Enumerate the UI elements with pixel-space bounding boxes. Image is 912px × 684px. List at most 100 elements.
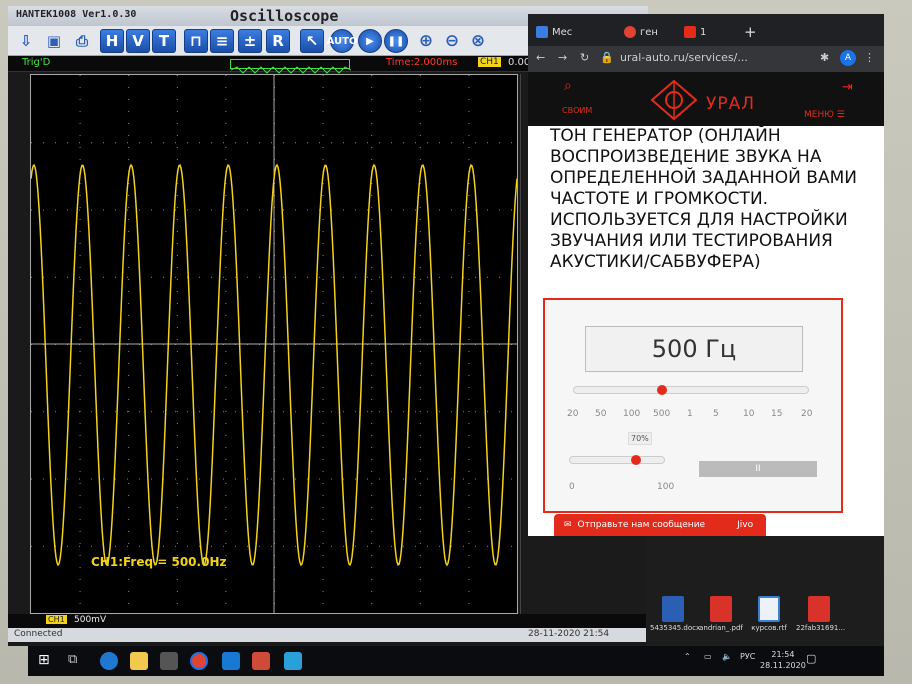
grid-dot	[225, 411, 227, 412]
frequency-slider-handle[interactable]	[657, 385, 667, 395]
desktop-file[interactable]: курсов.rtf	[746, 596, 792, 632]
play-icon[interactable]: ▶	[358, 29, 382, 53]
grid-dot	[127, 478, 128, 480]
vertical-button[interactable]: V	[126, 29, 150, 53]
grid-dot	[371, 147, 373, 148]
grid-dot	[176, 111, 178, 112]
clock-time: 21:54	[771, 650, 795, 659]
tab-3[interactable]: 1	[684, 20, 706, 44]
pause-button[interactable]: II	[699, 461, 817, 477]
open-icon[interactable]: ⇩	[14, 29, 38, 53]
brand-logo-icon[interactable]	[646, 78, 702, 122]
send-message-button[interactable]: ✉ Отправьте нам сообщение Jivo	[554, 514, 766, 536]
tab-2[interactable]: ген	[624, 20, 658, 44]
grid-dot	[415, 142, 416, 144]
grid-dot	[259, 209, 260, 211]
grid-dot	[176, 147, 178, 148]
grid-dot	[322, 279, 324, 280]
notifications-icon[interactable]: ▢	[806, 652, 816, 665]
fit-icon[interactable]: ⊗	[466, 29, 490, 53]
reference-button[interactable]: R	[266, 29, 290, 53]
grid-dot	[176, 87, 178, 88]
cursor-icon[interactable]: ↖	[300, 29, 324, 53]
grid-dot	[307, 209, 308, 211]
url-field[interactable]: ural-auto.ru/services/...	[620, 51, 748, 64]
edge-icon[interactable]	[100, 652, 118, 670]
horizontal-button[interactable]: H	[100, 29, 124, 53]
browser-menu-icon[interactable]: ⋮	[864, 51, 875, 64]
volume-icon[interactable]: 🔈	[722, 652, 732, 661]
print-icon[interactable]: ⎙	[70, 29, 94, 53]
grid-dot	[419, 315, 421, 316]
search-icon[interactable]: ⌕	[564, 78, 572, 94]
extensions-icon[interactable]: ✱	[820, 51, 829, 64]
frequency-readout: CH1:Freq = 500.0Hz	[91, 555, 227, 569]
grid-dot	[343, 142, 344, 144]
grid-dot	[468, 207, 470, 208]
desktop-file[interactable]: andrian_.pdf	[698, 596, 744, 632]
mail-app-icon[interactable]	[222, 652, 240, 670]
task-view-icon[interactable]: ⧉	[68, 652, 86, 670]
grid-dot	[511, 411, 512, 413]
login-icon[interactable]: ⇥	[842, 80, 853, 95]
frequency-slider[interactable]	[573, 386, 809, 394]
grid-dot	[128, 267, 130, 268]
zoom-out-icon[interactable]: ⊖	[440, 29, 464, 53]
trigger-button[interactable]: T	[152, 29, 176, 53]
grid-dot	[322, 267, 324, 268]
pulse-icon[interactable]: ⊓	[184, 29, 208, 53]
grid-dot	[79, 478, 80, 480]
grid-dot	[319, 411, 320, 413]
grid-dot	[79, 111, 81, 112]
math-icon[interactable]: ±	[238, 29, 262, 53]
pause-icon[interactable]: ❚❚	[384, 29, 408, 53]
new-tab-button[interactable]: +	[744, 20, 757, 44]
start-icon[interactable]: ⊞	[38, 652, 56, 670]
desktop-file[interactable]: 22fab31691...	[796, 596, 845, 632]
grid-dot	[43, 209, 44, 211]
grid-dot	[67, 276, 68, 278]
grid-dot	[128, 291, 130, 292]
site-tagline: СВОИМ	[562, 106, 593, 115]
volume-slider[interactable]	[569, 456, 665, 464]
grid-dot	[176, 519, 178, 520]
grid-dot	[175, 545, 176, 547]
grid-dot	[419, 195, 421, 196]
menu-button[interactable]: МЕНЮ ☰	[804, 110, 845, 120]
measure-icon[interactable]: ≡	[210, 29, 234, 53]
reload-icon[interactable]: ↻	[580, 51, 589, 64]
oscilloscope-app-icon[interactable]	[284, 652, 302, 670]
grid-dot	[322, 99, 324, 100]
grid-dot	[468, 603, 470, 604]
profile-avatar[interactable]: A	[840, 50, 856, 66]
grid-dot	[43, 545, 44, 547]
app-icon[interactable]	[252, 652, 270, 670]
grid-dot	[371, 531, 373, 532]
grid-dot	[223, 276, 224, 278]
store-icon[interactable]	[160, 652, 178, 670]
desktop-file[interactable]: 5435345.docx	[650, 596, 700, 632]
tab-1[interactable]: Mec	[536, 20, 572, 44]
grid-dot	[128, 483, 130, 484]
save-icon[interactable]: ▣	[42, 29, 66, 53]
auto-button[interactable]: AUTO	[327, 29, 357, 53]
page-content: ТОН ГЕНЕРАТОР (ОНЛАЙН ВОСПРОИЗВЕДЕНИЕ ЗВ…	[528, 126, 884, 536]
zoom-in-icon[interactable]: ⊕	[414, 29, 438, 53]
grid-dot	[79, 459, 81, 460]
forward-icon[interactable]: →	[558, 51, 567, 64]
timebase-indicator[interactable]	[230, 59, 352, 74]
grid-dot	[403, 209, 404, 211]
brand-name[interactable]: УРАЛ	[706, 94, 755, 114]
grid-dot	[419, 135, 421, 136]
network-icon[interactable]: ▭	[704, 652, 712, 661]
grid-dot	[176, 483, 178, 484]
grid-dot	[79, 387, 81, 388]
people-icon[interactable]: ⌃	[684, 652, 691, 661]
system-clock[interactable]: 21:54 28.11.2020	[760, 649, 806, 671]
input-language[interactable]: РУС	[740, 652, 755, 661]
file-explorer-icon[interactable]	[130, 652, 148, 670]
chrome-icon[interactable]	[190, 652, 208, 670]
back-icon[interactable]: ←	[536, 51, 545, 64]
waveform-display[interactable]: CH1:Freq = 500.0Hz	[30, 74, 518, 614]
grid-dot	[419, 231, 421, 232]
